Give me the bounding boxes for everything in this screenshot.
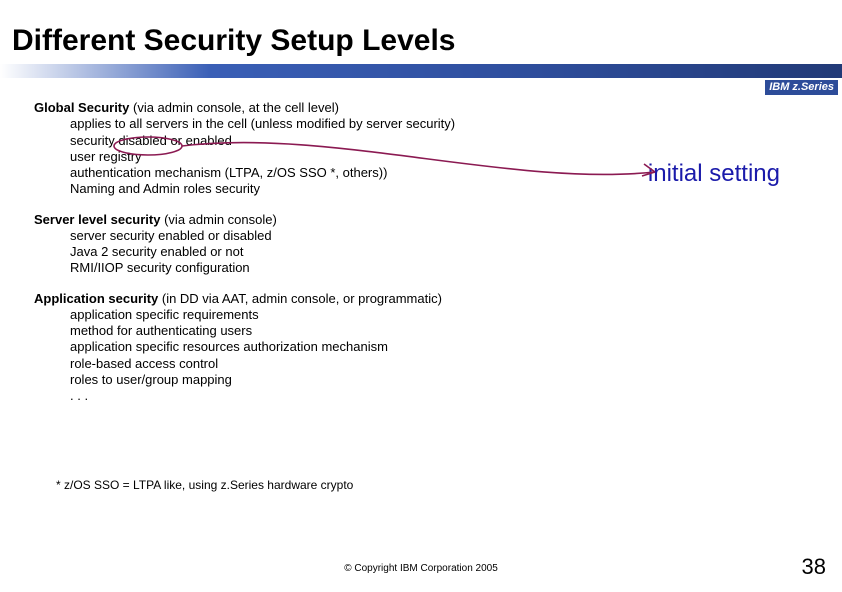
slide: Different Security Setup Levels IBM z.Se… <box>0 0 842 592</box>
section-application-security: Application security (in DD via AAT, adm… <box>34 291 804 405</box>
list-item: role-based access control <box>70 356 804 372</box>
copyright: © Copyright IBM Corporation 2005 <box>0 563 842 574</box>
section-head: Global Security <box>34 100 129 115</box>
section-items: application specific requirements method… <box>70 307 804 405</box>
annotation-initial-setting: initial setting <box>648 160 780 188</box>
list-item: applies to all servers in the cell (unle… <box>70 116 804 132</box>
slide-title: Different Security Setup Levels <box>12 24 455 58</box>
section-items: server security enabled or disabled Java… <box>70 228 804 277</box>
divider-bar <box>0 64 842 78</box>
content-body: Global Security (via admin console, at t… <box>34 100 804 418</box>
list-item: method for authenticating users <box>70 323 804 339</box>
section-head-tail: (via admin console, at the cell level) <box>129 100 339 115</box>
footnote: * z/OS SSO = LTPA like, using z.Series h… <box>56 478 353 492</box>
list-item: security disabled or enabled <box>70 133 804 149</box>
list-item: Java 2 security enabled or not <box>70 244 804 260</box>
section-head-tail: (via admin console) <box>160 212 276 227</box>
list-item: roles to user/group mapping <box>70 372 804 388</box>
list-item: application specific resources authoriza… <box>70 339 804 355</box>
list-item: server security enabled or disabled <box>70 228 804 244</box>
section-head: Application security <box>34 291 158 306</box>
list-item: RMI/IIOP security configuration <box>70 260 804 276</box>
list-item: . . . <box>70 388 804 404</box>
page-number: 38 <box>802 554 826 580</box>
list-item: application specific requirements <box>70 307 804 323</box>
section-head-tail: (in DD via AAT, admin console, or progra… <box>158 291 442 306</box>
ibm-brand-tag: IBM z.Series <box>765 80 838 95</box>
section-server-security: Server level security (via admin console… <box>34 212 804 277</box>
section-head: Server level security <box>34 212 160 227</box>
